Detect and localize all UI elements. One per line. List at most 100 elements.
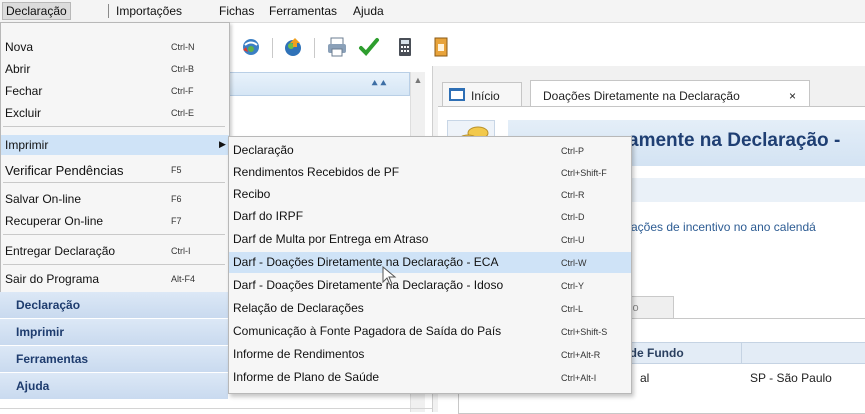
column-header-uf[interactable]	[741, 342, 865, 364]
mouse-pointer-icon	[382, 266, 397, 286]
home-window-icon	[449, 88, 465, 101]
submenu-item-shortcut: Ctrl-R	[561, 190, 585, 200]
accordion-label: Imprimir	[16, 325, 65, 339]
menu-item-label: Recuperar On-line	[5, 214, 104, 228]
submenu-item-comunicacao-fonte[interactable]: Comunicação à Fonte Pagadora de Saída do…	[229, 321, 631, 342]
tab-inicio[interactable]: Início	[442, 82, 522, 107]
menu-item-recuperar-online[interactable]: Recuperar On-line F7	[1, 211, 229, 231]
menu-item-imprimir[interactable]: Imprimir ▶	[1, 135, 229, 155]
submenu-item-shortcut: Ctrl+Shift-S	[561, 327, 608, 337]
menu-item-label: Imprimir	[5, 138, 49, 152]
calculator-icon[interactable]	[394, 36, 416, 58]
submenu-item-declaracao[interactable]: Declaração Ctrl-P	[229, 140, 631, 161]
menu-separator	[108, 4, 109, 18]
submenu-item-darf-multa[interactable]: Darf de Multa por Entrega em Atraso Ctrl…	[229, 229, 631, 250]
menu-item-entregar-declaracao[interactable]: Entregar Declaração Ctrl-I	[1, 241, 229, 261]
table-cell-fundo[interactable]: al	[640, 371, 649, 385]
accordion-label: Declaração	[16, 298, 81, 312]
submenu-item-shortcut: Ctrl+Shift-F	[561, 168, 607, 178]
document-icon[interactable]	[430, 36, 452, 58]
menu-item-label: Sair do Programa	[5, 272, 100, 286]
tab-doacoes[interactable]: Doações Diretamente na Declaração ×	[530, 80, 810, 108]
submenu-item-label: Declaração	[233, 143, 294, 157]
tab-inicio-label: Início	[471, 89, 500, 103]
submenu-item-label: Informe de Rendimentos	[233, 347, 365, 361]
toolbar-divider	[314, 38, 315, 58]
menu-item-verificar-pendencias[interactable]: Verificar Pendências F5	[1, 160, 229, 180]
tab-doacoes-label: Doações Diretamente na Declaração	[543, 89, 740, 103]
menu-item-shortcut: Ctrl-I	[171, 246, 191, 256]
menu-item-label: Entregar Declaração	[5, 244, 116, 258]
menu-item-shortcut: Ctrl-F	[171, 86, 194, 96]
accordion-ajuda[interactable]: Ajuda	[0, 373, 228, 400]
table-cell-uf[interactable]: SP - São Paulo	[750, 371, 832, 385]
bottom-divider	[0, 408, 432, 409]
incentive-text: ações de incentivo no ano calendá	[631, 220, 816, 234]
menu-item-label: Fechar	[5, 84, 43, 98]
submenu-item-label: Darf de Multa por Entrega em Atraso	[233, 232, 429, 246]
menu-item-shortcut: Ctrl-B	[171, 64, 194, 74]
menu-item-shortcut: F5	[171, 165, 182, 175]
menu-item-shortcut: Ctrl-E	[171, 108, 194, 118]
submenu-item-informe-rendimentos[interactable]: Informe de Rendimentos Ctrl+Alt-R	[229, 344, 631, 365]
menu-item-shortcut: F6	[171, 194, 182, 204]
menu-ajuda[interactable]: Ajuda	[350, 3, 387, 19]
menu-item-shortcut: F7	[171, 216, 182, 226]
submenu-item-label: Informe de Plano de Saúde	[233, 370, 380, 384]
menu-bar: Declaração Importações Fichas Ferramenta…	[0, 0, 865, 23]
submenu-item-shortcut: Ctrl-D	[561, 212, 585, 222]
scroll-up-icon[interactable]: ▲	[412, 74, 424, 86]
tab-close-icon[interactable]: ×	[789, 89, 796, 103]
globe-arrows-icon[interactable]	[240, 36, 262, 58]
menu-item-label: Excluir	[5, 106, 42, 120]
submenu-item-shortcut: Ctrl-U	[561, 235, 585, 245]
submenu-item-label: Relação de Declarações	[233, 301, 364, 315]
submenu-item-rendimentos-pf[interactable]: Rendimentos Recebidos de PF Ctrl+Shift-F	[229, 162, 631, 183]
submenu-item-shortcut: Ctrl-L	[561, 304, 583, 314]
menu-item-sair-do-programa[interactable]: Sair do Programa Alt-F4	[1, 269, 229, 289]
submenu-item-informe-plano-saude[interactable]: Informe de Plano de Saúde Ctrl+Alt-I	[229, 367, 631, 388]
menu-separator	[3, 234, 225, 235]
toolbar-divider	[272, 38, 273, 58]
menu-item-fechar[interactable]: Fechar Ctrl-F	[1, 81, 229, 101]
submenu-item-relacao-declaracoes[interactable]: Relação de Declarações Ctrl-L	[229, 298, 631, 319]
submenu-item-shortcut: Ctrl+Alt-I	[561, 373, 597, 383]
menu-item-excluir[interactable]: Excluir Ctrl-E	[1, 103, 229, 123]
menu-separator	[3, 182, 225, 183]
printer-icon[interactable]	[326, 36, 348, 58]
menu-item-nova[interactable]: Nova Ctrl-N	[1, 37, 229, 57]
page-title: amente na Declaração -	[628, 130, 841, 151]
submenu-item-darf-eca[interactable]: Darf - Doações Diretamente na Declaração…	[229, 252, 631, 273]
accordion-imprimir[interactable]: Imprimir	[0, 319, 228, 346]
collapse-up-icon[interactable]: ⯅⯅	[370, 76, 388, 92]
submenu-item-darf-idoso[interactable]: Darf - Doações Diretamente na Declaração…	[229, 275, 631, 296]
accordion-label: Ferramentas	[16, 352, 89, 366]
accordion-label: Ajuda	[16, 379, 50, 393]
menu-item-salvar-online[interactable]: Salvar On-line F6	[1, 189, 229, 209]
accordion-declaracao[interactable]: Declaração	[0, 292, 228, 319]
toolbar	[230, 32, 490, 62]
declaracao-dropdown-menu: Nova Ctrl-N Abrir Ctrl-B Fechar Ctrl-F E…	[0, 22, 230, 294]
menu-ferramentas[interactable]: Ferramentas	[266, 3, 340, 19]
globe-upload-icon[interactable]	[282, 36, 304, 58]
menu-separator	[3, 126, 225, 127]
submenu-item-label: Darf do IRPF	[233, 209, 304, 223]
checkmark-icon[interactable]	[358, 36, 380, 58]
submenu-item-label: Rendimentos Recebidos de PF	[233, 165, 400, 179]
menu-item-label: Salvar On-line	[5, 192, 82, 206]
submenu-item-shortcut: Ctrl-Y	[561, 281, 584, 291]
menu-importacoes[interactable]: Importações	[113, 3, 185, 19]
submenu-item-label: Darf - Doações Diretamente na Declaração…	[233, 255, 499, 269]
menu-item-label: Verificar Pendências	[5, 163, 124, 178]
menu-item-abrir[interactable]: Abrir Ctrl-B	[1, 59, 229, 79]
submenu-item-shortcut: Ctrl-W	[561, 258, 587, 268]
menu-fichas[interactable]: Fichas	[216, 3, 257, 19]
submenu-item-recibo[interactable]: Recibo Ctrl-R	[229, 184, 631, 205]
accordion-ferramentas[interactable]: Ferramentas	[0, 346, 228, 373]
menu-declaracao[interactable]: Declaração	[2, 2, 71, 20]
submenu-arrow-icon: ▶	[219, 139, 226, 149]
submenu-item-shortcut: Ctrl-P	[561, 146, 584, 156]
menu-separator	[3, 264, 225, 265]
submenu-item-darf-irpf[interactable]: Darf do IRPF Ctrl-D	[229, 206, 631, 227]
submenu-item-shortcut: Ctrl+Alt-R	[561, 350, 601, 360]
